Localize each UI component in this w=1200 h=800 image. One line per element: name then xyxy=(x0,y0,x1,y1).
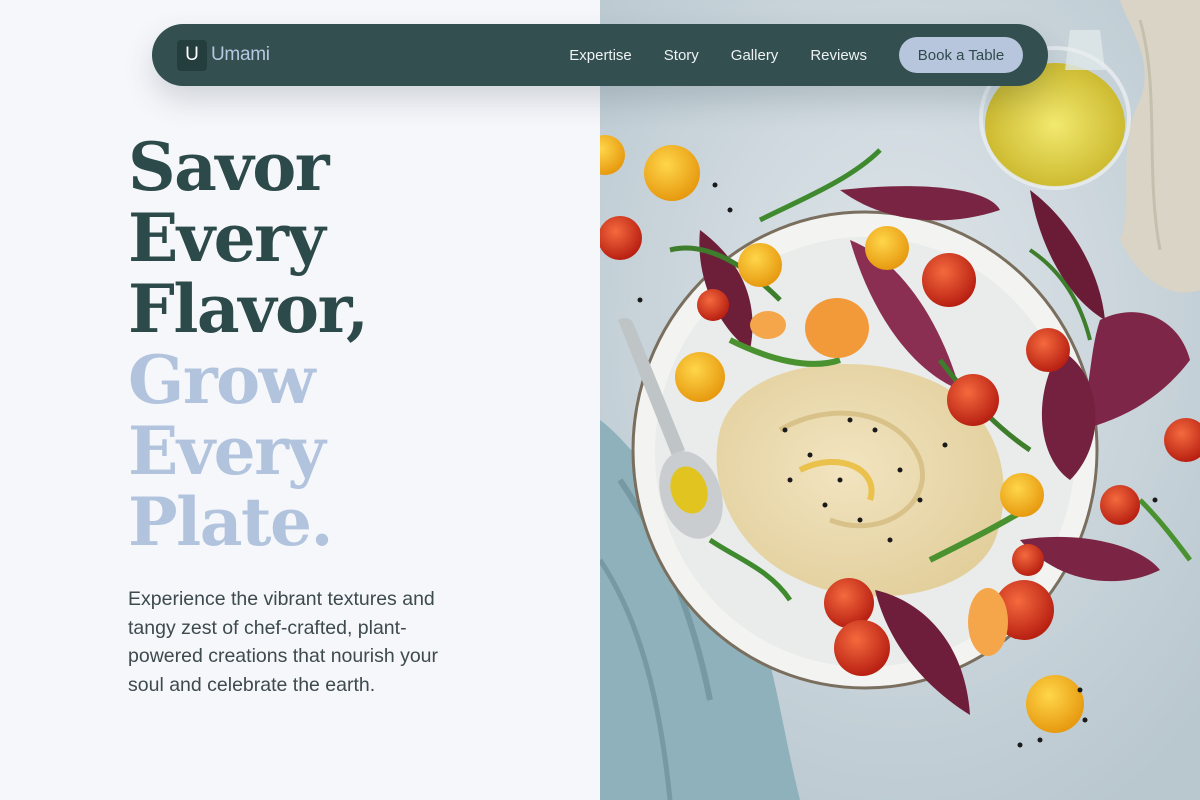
hero-intro-text: Experience the vibrant textures and tang… xyxy=(128,588,439,696)
hero-headline: Savor Every Flavor, Grow Every Plate. xyxy=(128,128,369,561)
nav-link-story[interactable]: Story xyxy=(664,47,699,64)
top-navigation-bar: U Umami Expertise Story Gallery Reviews … xyxy=(152,24,1048,86)
headline-line: Savor xyxy=(128,128,330,206)
headline-line-accent: Grow xyxy=(128,341,315,419)
headline-line-accent: Plate. xyxy=(128,483,333,561)
headline-line-accent: Every xyxy=(128,412,326,490)
brand-logo[interactable]: U Umami xyxy=(177,39,270,71)
nav-link-expertise[interactable]: Expertise xyxy=(569,47,632,64)
nav-links: Expertise Story Gallery Reviews xyxy=(569,47,867,64)
nav-link-reviews[interactable]: Reviews xyxy=(810,47,867,64)
headline-line: Flavor, xyxy=(128,270,369,348)
book-table-button[interactable]: Book a Table xyxy=(899,37,1023,73)
brand-name: Umami xyxy=(211,44,270,65)
brand-mark-icon: U xyxy=(177,39,207,71)
hero-food-photo xyxy=(600,0,1200,800)
nav-link-gallery[interactable]: Gallery xyxy=(731,47,779,64)
headline-line: Every xyxy=(128,199,326,277)
